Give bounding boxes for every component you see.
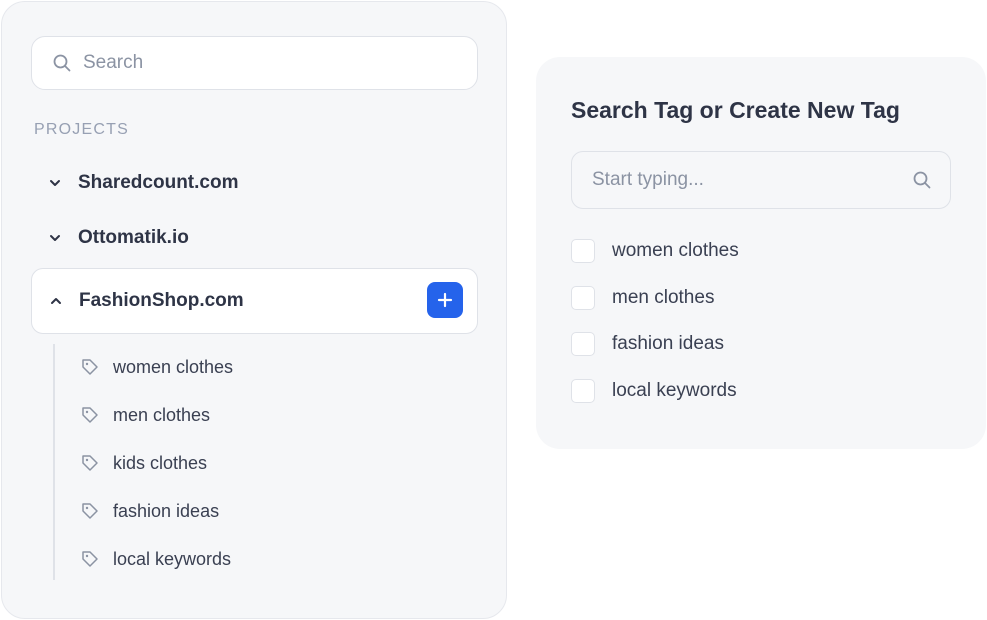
tag-picker-panel: Search Tag or Create New Tag women cloth… xyxy=(536,57,986,449)
tag-option[interactable]: women clothes xyxy=(571,238,739,264)
tag-label: local keywords xyxy=(113,548,232,569)
tag-search-input[interactable] xyxy=(592,169,912,191)
search-icon[interactable] xyxy=(912,170,932,190)
tag-item[interactable]: men clothes xyxy=(81,400,210,430)
tag-label: fashion ideas xyxy=(113,500,220,521)
search-icon xyxy=(52,53,72,73)
project-item-ottomatik[interactable]: Ottomatik.io xyxy=(31,211,478,265)
section-label-projects: PROJECTS xyxy=(34,121,129,138)
tag-item[interactable]: fashion ideas xyxy=(81,496,219,526)
tag-icon xyxy=(81,358,99,376)
tag-option-checkbox[interactable] xyxy=(571,332,595,356)
tag-label: men clothes xyxy=(113,404,211,425)
sidebar-search[interactable] xyxy=(31,36,478,90)
tag-item[interactable]: women clothes xyxy=(81,352,233,382)
project-item-fashionshop[interactable]: FashionShop.com xyxy=(31,268,478,334)
app-canvas: PROJECTS Sharedcount.com Ottomatik.io Fa… xyxy=(0,0,987,620)
tag-icon xyxy=(81,454,99,472)
tag-option-checkbox[interactable] xyxy=(571,286,595,310)
search-input[interactable] xyxy=(83,52,443,74)
chevron-down-icon[interactable] xyxy=(47,230,63,246)
tag-icon xyxy=(81,406,99,424)
plus-icon xyxy=(437,292,453,308)
tag-option-label: fashion ideas xyxy=(612,333,724,354)
project-item-sharedcount[interactable]: Sharedcount.com xyxy=(31,156,478,210)
tag-label: kids clothes xyxy=(113,452,208,473)
chevron-up-icon[interactable] xyxy=(48,293,64,309)
tag-picker-title: Search Tag or Create New Tag xyxy=(571,97,900,123)
tag-option-label: local keywords xyxy=(612,380,737,401)
tag-icon xyxy=(81,502,99,520)
tag-option[interactable]: fashion ideas xyxy=(571,331,724,357)
projects-sidebar: PROJECTS Sharedcount.com Ottomatik.io Fa… xyxy=(1,1,507,619)
tag-option-checkbox[interactable] xyxy=(571,379,595,403)
add-tag-button[interactable] xyxy=(427,282,463,318)
project-name: FashionShop.com xyxy=(79,290,244,311)
project-name: Sharedcount.com xyxy=(78,172,239,193)
tag-item[interactable]: local keywords xyxy=(81,544,231,574)
tag-option[interactable]: local keywords xyxy=(571,378,737,404)
tag-search-box[interactable] xyxy=(571,151,951,209)
tag-option[interactable]: men clothes xyxy=(571,285,714,311)
tag-icon xyxy=(81,550,99,568)
tag-option-checkbox[interactable] xyxy=(571,239,595,263)
chevron-down-icon[interactable] xyxy=(47,175,63,191)
tag-option-label: men clothes xyxy=(612,287,715,308)
project-name: Ottomatik.io xyxy=(78,227,189,248)
tag-label: women clothes xyxy=(113,356,234,377)
tag-option-label: women clothes xyxy=(612,240,739,261)
tag-item[interactable]: kids clothes xyxy=(81,448,207,478)
tag-list: women clothes men clothes kids clothes f… xyxy=(53,344,473,580)
